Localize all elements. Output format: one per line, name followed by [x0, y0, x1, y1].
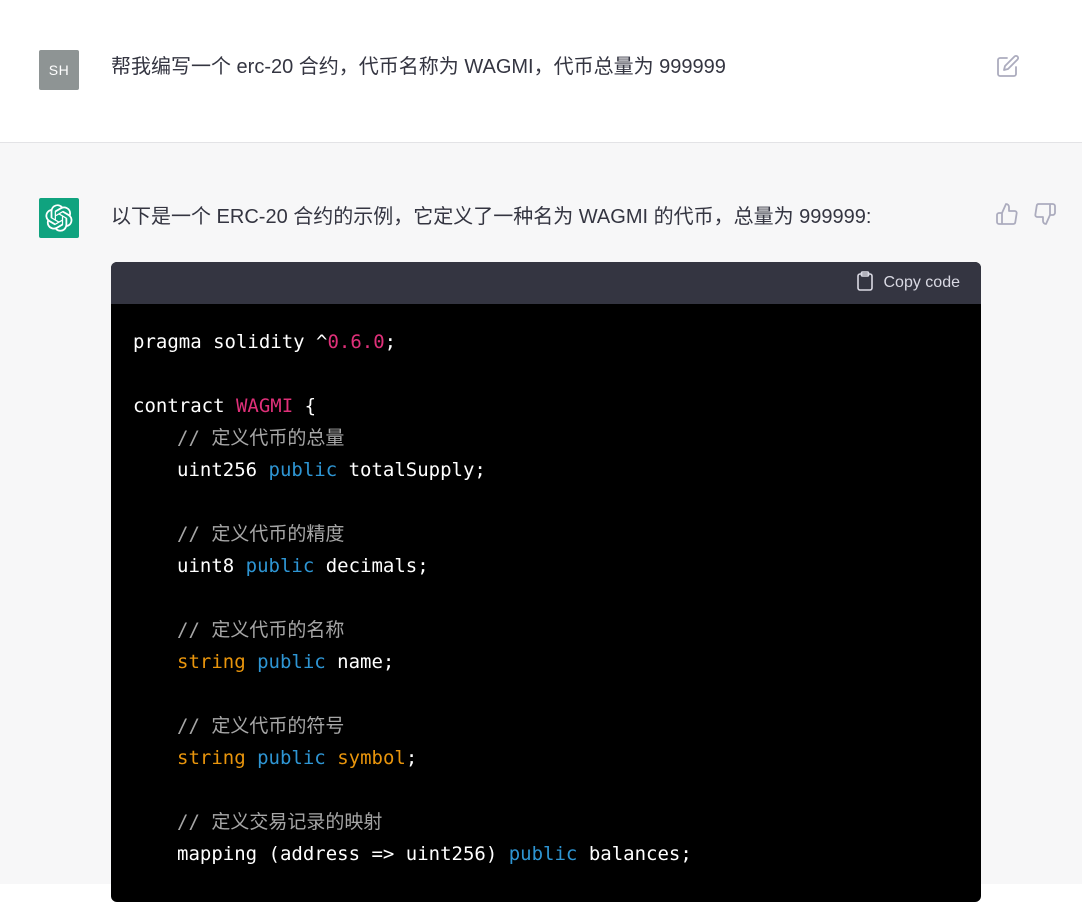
user-message-text: 帮我编写一个 erc-20 合约，代币名称为 WAGMI，代币总量为 99999…	[111, 56, 726, 78]
assistant-intro-text: 以下是一个 ERC-20 合约的示例，它定义了一种名为 WAGMI 的代币，总量…	[111, 206, 872, 228]
code-line: uint256 public totalSupply;	[177, 459, 486, 481]
code-block: Copy code pragma solidity ^0.6.0; contrac…	[111, 262, 981, 902]
code-header: Copy code	[111, 262, 981, 304]
user-message-row: SH 帮我编写一个 erc-20 合约，代币名称为 WAGMI，代币总量为 99…	[0, 0, 1082, 143]
openai-logo-icon	[39, 198, 79, 238]
copy-code-label: Copy code	[883, 274, 961, 291]
user-avatar: SH	[39, 50, 79, 90]
code-comment: // 定义代币的精度	[177, 523, 345, 545]
code-content: pragma solidity ^0.6.0; contract WAGMI { /…	[111, 304, 981, 870]
thumbs-up-icon[interactable]	[995, 202, 1019, 226]
code-comment: // 定义代币的总量	[177, 427, 345, 449]
user-avatar-initials: SH	[48, 62, 70, 78]
code-line: string public symbol;	[177, 747, 418, 769]
code-line: pragma solidity ^0.6.0;	[133, 331, 397, 353]
code-line: mapping (address => uint256) public bala…	[177, 843, 692, 865]
copy-code-button[interactable]: Copy code	[856, 270, 961, 296]
code-line: string public name;	[177, 651, 395, 673]
thumbs-down-icon[interactable]	[1033, 202, 1057, 226]
code-comment: // 定义代币的名称	[177, 619, 345, 641]
assistant-message-row: 以下是一个 ERC-20 合约的示例，它定义了一种名为 WAGMI 的代币，总量…	[0, 143, 1082, 902]
code-line: contract WAGMI {	[133, 395, 317, 417]
code-comment: // 定义交易记录的映射	[177, 811, 383, 833]
code-comment: // 定义代币的符号	[177, 715, 345, 737]
code-line: uint8 public decimals;	[177, 555, 429, 577]
clipboard-icon	[856, 270, 874, 296]
edit-icon[interactable]	[996, 54, 1020, 78]
